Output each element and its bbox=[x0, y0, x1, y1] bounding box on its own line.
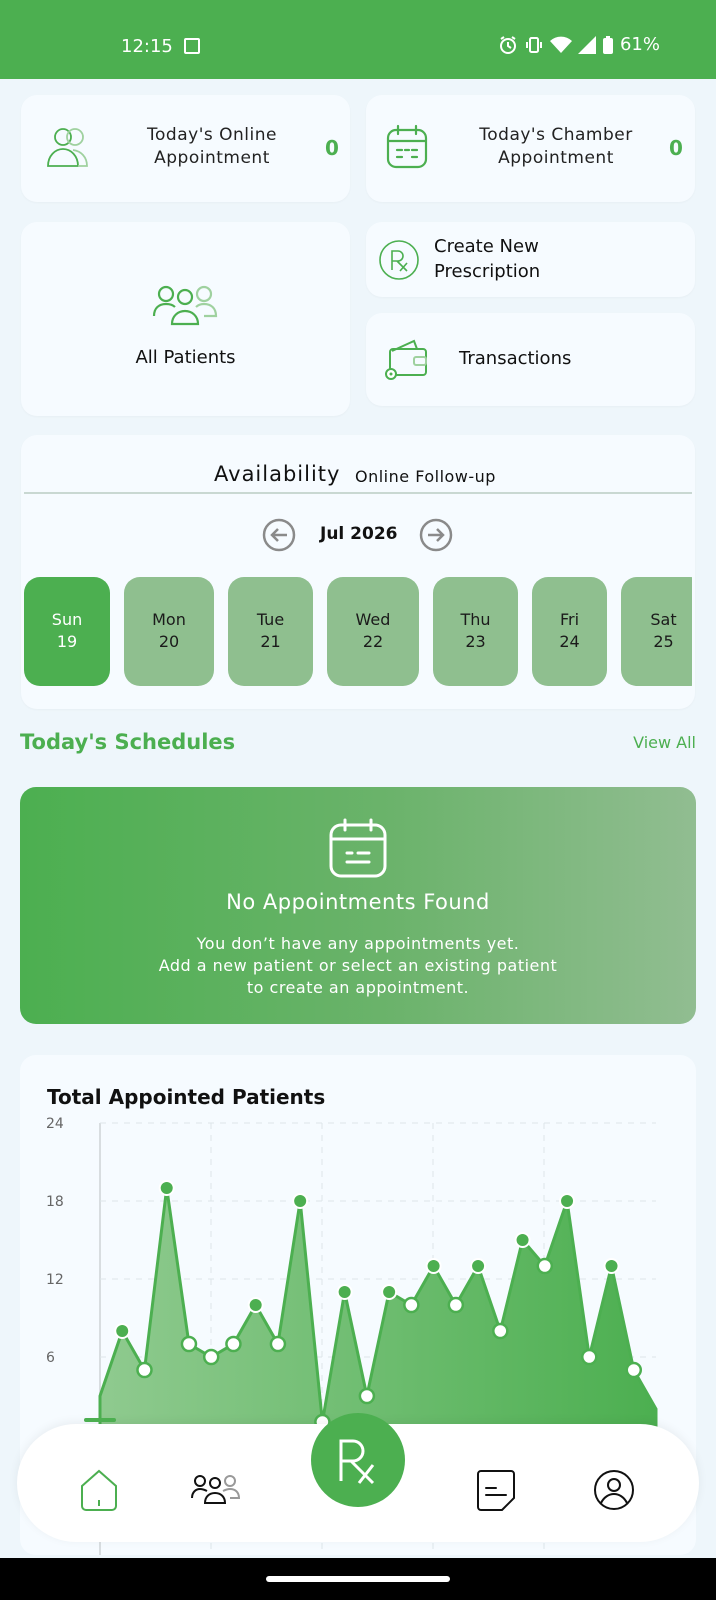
day-name: Sat bbox=[650, 610, 677, 629]
empty-line-3: to create an appointment. bbox=[246, 978, 470, 997]
data-point[interactable] bbox=[136, 1361, 153, 1379]
data-point[interactable] bbox=[381, 1284, 398, 1300]
empty-line-1: You don’t have any appointments yet. bbox=[196, 934, 520, 953]
data-point[interactable] bbox=[536, 1257, 554, 1275]
data-point[interactable] bbox=[514, 1232, 531, 1248]
home-indicator[interactable] bbox=[266, 1576, 450, 1582]
data-point[interactable] bbox=[336, 1284, 353, 1300]
day-name: Mon bbox=[152, 610, 186, 629]
area-series bbox=[98, 1187, 658, 1437]
day-number: 19 bbox=[56, 632, 78, 651]
day-sat[interactable]: Sat 25 bbox=[621, 577, 692, 686]
data-point[interactable] bbox=[202, 1348, 220, 1366]
empty-calendar-icon bbox=[329, 818, 387, 878]
empty-title: No Appointments Found bbox=[226, 890, 490, 914]
data-point[interactable] bbox=[581, 1348, 598, 1366]
day-thu[interactable]: Thu 23 bbox=[433, 577, 518, 686]
data-point[interactable] bbox=[114, 1323, 131, 1339]
patients-nav-icon[interactable] bbox=[190, 1474, 242, 1504]
day-mon[interactable]: Mon 20 bbox=[124, 577, 214, 686]
data-point[interactable] bbox=[447, 1296, 465, 1314]
y-tick-label: 6 bbox=[46, 1350, 55, 1366]
day-sun[interactable]: Sun 19 bbox=[24, 577, 110, 686]
schedules-title: Today's Schedules bbox=[20, 730, 236, 754]
profile-icon[interactable] bbox=[592, 1468, 636, 1512]
data-point[interactable] bbox=[403, 1296, 420, 1314]
day-number: 24 bbox=[559, 632, 580, 651]
data-point[interactable] bbox=[358, 1387, 376, 1405]
rx-icon bbox=[339, 1439, 375, 1485]
y-tick-label: 18 bbox=[46, 1194, 64, 1210]
y-tick-label: 24 bbox=[46, 1116, 64, 1132]
y-tick-label: 12 bbox=[46, 1272, 64, 1288]
day-number: 23 bbox=[465, 632, 486, 651]
data-point[interactable] bbox=[470, 1258, 487, 1274]
data-point[interactable] bbox=[225, 1335, 242, 1353]
day-number: 25 bbox=[653, 632, 674, 651]
day-name: Thu bbox=[460, 610, 491, 629]
day-fri[interactable]: Fri 24 bbox=[532, 577, 607, 686]
gesture-bar bbox=[0, 1558, 716, 1600]
day-number: 22 bbox=[362, 632, 384, 651]
day-strip: Sun 19 Mon 20 Tue 21 Wed 22 Thu 23 Fri 2… bbox=[24, 0, 692, 700]
day-number: 20 bbox=[158, 632, 180, 651]
day-number: 21 bbox=[260, 632, 281, 651]
empty-message: You don’t have any appointments yet. Add… bbox=[20, 933, 696, 999]
data-point[interactable] bbox=[425, 1258, 442, 1274]
view-all-link[interactable]: View All bbox=[633, 733, 696, 752]
day-tue[interactable]: Tue 21 bbox=[228, 577, 313, 686]
day-name: Sun bbox=[51, 610, 83, 629]
data-point[interactable] bbox=[247, 1297, 264, 1313]
data-point[interactable] bbox=[269, 1335, 287, 1353]
active-tab-indicator bbox=[84, 1418, 116, 1422]
prescription-fab[interactable] bbox=[311, 1413, 405, 1507]
day-name: Fri bbox=[559, 610, 580, 629]
empty-line-2: Add a new patient or select an existing … bbox=[158, 956, 558, 975]
data-point[interactable] bbox=[559, 1193, 576, 1209]
data-point[interactable] bbox=[292, 1193, 309, 1209]
data-point[interactable] bbox=[158, 1180, 175, 1196]
data-point[interactable] bbox=[603, 1258, 620, 1274]
day-wed[interactable]: Wed 22 bbox=[327, 577, 419, 686]
home-icon[interactable] bbox=[79, 1468, 119, 1512]
data-point[interactable] bbox=[625, 1361, 643, 1379]
data-point[interactable] bbox=[492, 1322, 509, 1340]
day-name: Tue bbox=[256, 610, 285, 629]
day-name: Wed bbox=[355, 610, 391, 629]
records-icon[interactable] bbox=[474, 1468, 518, 1512]
data-point[interactable] bbox=[180, 1335, 198, 1353]
